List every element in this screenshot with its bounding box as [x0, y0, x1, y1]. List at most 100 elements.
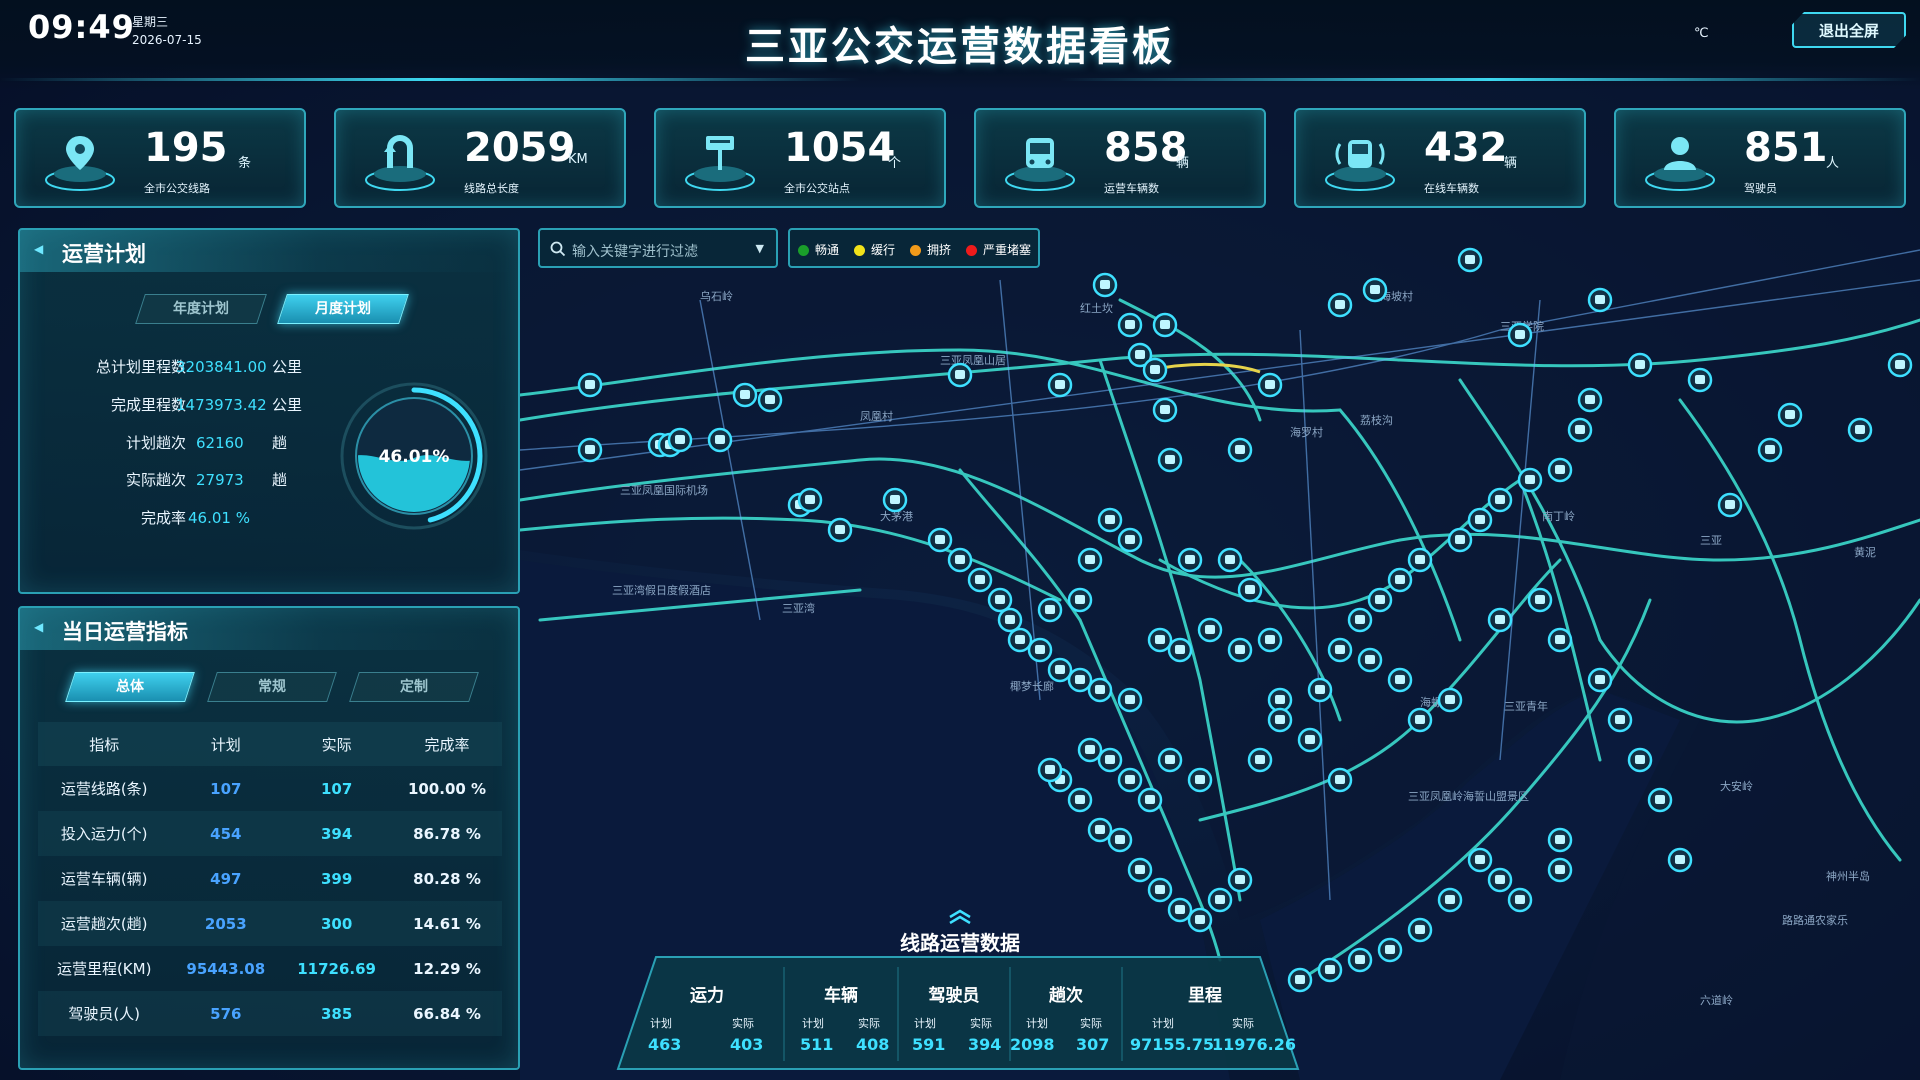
bus-stop-marker[interactable] — [1587, 667, 1613, 693]
bus-stop-marker[interactable] — [1547, 457, 1573, 483]
bus-stop-marker[interactable] — [1687, 367, 1713, 393]
bus-stop-marker[interactable] — [1187, 767, 1213, 793]
tab-monthly-plan[interactable]: 月度计划 — [277, 294, 409, 324]
bus-stop-marker[interactable] — [1077, 547, 1103, 573]
bus-stop-marker[interactable] — [1647, 787, 1673, 813]
bus-stop-marker[interactable] — [1577, 387, 1603, 413]
bus-stop-marker[interactable] — [1607, 707, 1633, 733]
bus-stop-marker[interactable] — [1197, 617, 1223, 643]
bus-stop-marker[interactable] — [1157, 747, 1183, 773]
bus-stop-marker[interactable] — [757, 387, 783, 413]
bus-stop-marker[interactable] — [1227, 437, 1253, 463]
bus-stop-marker[interactable] — [797, 487, 823, 513]
bus-stop-marker[interactable] — [1152, 312, 1178, 338]
bus-stop-marker[interactable] — [1887, 352, 1913, 378]
bus-stop-marker[interactable] — [1117, 312, 1143, 338]
bus-stop-marker[interactable] — [1157, 447, 1183, 473]
bus-stop-marker[interactable] — [1117, 687, 1143, 713]
bus-stop-marker[interactable] — [1257, 372, 1283, 398]
bus-stop-marker[interactable] — [1717, 492, 1743, 518]
bus-stop-marker[interactable] — [1077, 737, 1103, 763]
bus-stop-marker[interactable] — [1547, 827, 1573, 853]
bus-stop-marker[interactable] — [1047, 657, 1073, 683]
bus-stop-marker[interactable] — [1467, 507, 1493, 533]
bus-stop-marker[interactable] — [577, 437, 603, 463]
bus-stop-marker[interactable] — [1307, 677, 1333, 703]
bus-stop-marker[interactable] — [1407, 707, 1433, 733]
bus-stop-marker[interactable] — [1217, 547, 1243, 573]
bus-stop-marker[interactable] — [1387, 567, 1413, 593]
bus-stop-marker[interactable] — [1067, 667, 1093, 693]
bus-stop-marker[interactable] — [1267, 707, 1293, 733]
bus-stop-marker[interactable] — [1097, 747, 1123, 773]
bus-stop-marker[interactable] — [667, 427, 693, 453]
bus-stop-marker[interactable] — [1777, 402, 1803, 428]
bus-stop-marker[interactable] — [1127, 857, 1153, 883]
bus-stop-marker[interactable] — [1147, 627, 1173, 653]
bus-stop-marker[interactable] — [947, 362, 973, 388]
bus-stop-marker[interactable] — [1327, 767, 1353, 793]
bus-stop-marker[interactable] — [1137, 787, 1163, 813]
chevron-up-icon[interactable] — [946, 908, 974, 924]
bus-stop-marker[interactable] — [1207, 887, 1233, 913]
bus-stop-marker[interactable] — [1087, 817, 1113, 843]
bus-stop-marker[interactable] — [1547, 627, 1573, 653]
tab-overall[interactable]: 总体 — [65, 672, 195, 702]
bus-stop-marker[interactable] — [1092, 272, 1118, 298]
bus-stop-marker[interactable] — [732, 382, 758, 408]
exit-fullscreen-button[interactable]: 退出全屏 — [1792, 12, 1906, 48]
bus-stop-marker[interactable] — [1757, 437, 1783, 463]
bus-stop-marker[interactable] — [1527, 587, 1553, 613]
bus-stop-marker[interactable] — [882, 487, 908, 513]
route-filter-select[interactable]: 输入关键字进行过滤 ▼ — [538, 228, 778, 268]
bus-stop-marker[interactable] — [1037, 597, 1063, 623]
bus-stop-marker[interactable] — [1067, 787, 1093, 813]
bus-stop-marker[interactable] — [1487, 867, 1513, 893]
bus-stop-marker[interactable] — [1357, 647, 1383, 673]
bus-stop-marker[interactable] — [1667, 847, 1693, 873]
bus-stop-marker[interactable] — [1047, 372, 1073, 398]
bus-stop-marker[interactable] — [1487, 607, 1513, 633]
bus-stop-marker[interactable] — [1027, 637, 1053, 663]
bus-stop-marker[interactable] — [1457, 247, 1483, 273]
bus-stop-marker[interactable] — [1847, 417, 1873, 443]
bus-stop-marker[interactable] — [1362, 277, 1388, 303]
bus-stop-marker[interactable] — [1437, 687, 1463, 713]
bus-stop-marker[interactable] — [1437, 887, 1463, 913]
bus-stop-marker[interactable] — [1627, 747, 1653, 773]
bus-stop-marker[interactable] — [947, 547, 973, 573]
tab-custom[interactable]: 定制 — [349, 672, 479, 702]
bus-stop-marker[interactable] — [1237, 577, 1263, 603]
tab-regular[interactable]: 常规 — [207, 672, 337, 702]
bus-stop-marker[interactable] — [1317, 957, 1343, 983]
bus-stop-marker[interactable] — [1507, 887, 1533, 913]
bus-stop-marker[interactable] — [1227, 637, 1253, 663]
bus-stop-marker[interactable] — [1007, 627, 1033, 653]
bus-stop-marker[interactable] — [1097, 507, 1123, 533]
bus-stop-marker[interactable] — [1117, 767, 1143, 793]
bus-stop-marker[interactable] — [927, 527, 953, 553]
bus-stop-marker[interactable] — [1297, 727, 1323, 753]
bus-stop-marker[interactable] — [1227, 867, 1253, 893]
bus-stop-marker[interactable] — [1087, 677, 1113, 703]
tab-annual-plan[interactable]: 年度计划 — [135, 294, 267, 324]
bus-stop-marker[interactable] — [1547, 857, 1573, 883]
bus-stop-marker[interactable] — [577, 372, 603, 398]
bus-stop-marker[interactable] — [1367, 587, 1393, 613]
bus-stop-marker[interactable] — [1567, 417, 1593, 443]
bus-stop-marker[interactable] — [1177, 547, 1203, 573]
bus-stop-marker[interactable] — [1507, 322, 1533, 348]
bus-stop-marker[interactable] — [1167, 637, 1193, 663]
bus-stop-marker[interactable] — [1067, 587, 1093, 613]
bus-stop-marker[interactable] — [1387, 667, 1413, 693]
bus-stop-marker[interactable] — [1037, 757, 1063, 783]
bus-stop-marker[interactable] — [1627, 352, 1653, 378]
bus-stop-marker[interactable] — [1167, 897, 1193, 923]
bus-stop-marker[interactable] — [1407, 547, 1433, 573]
bus-stop-marker[interactable] — [1327, 637, 1353, 663]
bus-stop-marker[interactable] — [1152, 397, 1178, 423]
bus-stop-marker[interactable] — [997, 607, 1023, 633]
bus-stop-marker[interactable] — [1147, 877, 1173, 903]
bus-stop-marker[interactable] — [827, 517, 853, 543]
bus-stop-marker[interactable] — [1487, 487, 1513, 513]
